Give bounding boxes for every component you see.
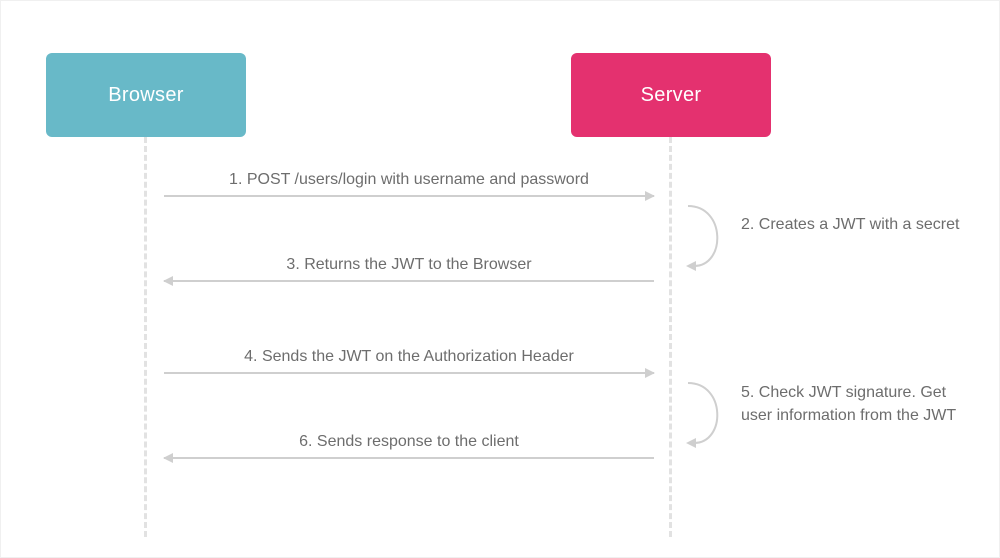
arrow-left-icon [164,280,654,282]
arrow-left-icon [164,457,654,459]
participant-server: Server [571,53,771,137]
lifeline-server [669,137,672,537]
message-3-label: 3. Returns the JWT to the Browser [164,256,654,274]
message-4-label: 4. Sends the JWT on the Authorization He… [164,348,654,366]
message-1-label: 1. POST /users/login with username and p… [164,171,654,189]
message-1: 1. POST /users/login with username and p… [164,171,654,197]
lifeline-browser [144,137,147,537]
selfcall-5 [686,381,736,451]
participant-server-label: Server [641,84,702,107]
participant-browser: Browser [46,53,246,137]
message-3: 3. Returns the JWT to the Browser [164,256,654,282]
selfcall-arrow-icon [686,381,736,451]
message-6: 6. Sends response to the client [164,433,654,459]
selfcall-2-label: 2. Creates a JWT with a secret [741,213,961,236]
participant-browser-label: Browser [108,84,183,107]
arrow-right-icon [164,372,654,374]
selfcall-arrow-icon [686,204,736,274]
message-6-label: 6. Sends response to the client [164,433,654,451]
diagram-canvas: Browser Server 1. POST /users/login with… [0,0,1000,558]
selfcall-5-label: 5. Check JWT signature. Get user informa… [741,381,961,427]
selfcall-2 [686,204,736,274]
message-4: 4. Sends the JWT on the Authorization He… [164,348,654,374]
arrow-right-icon [164,195,654,197]
